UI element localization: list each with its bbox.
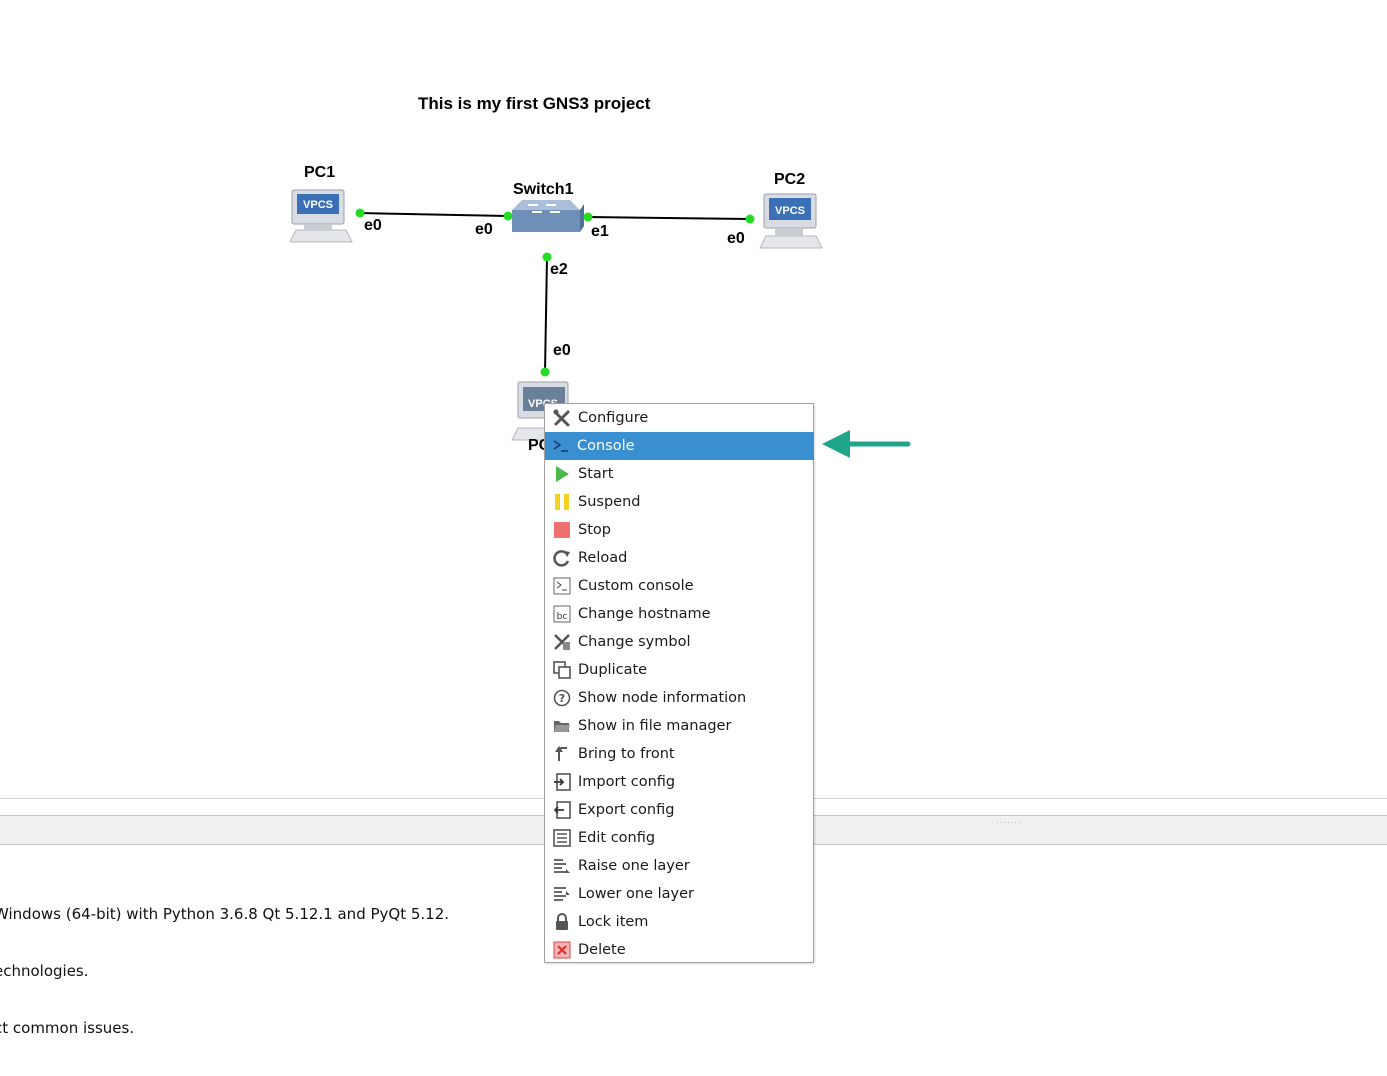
- annotation-arrow: [822, 430, 911, 458]
- pc2-node-icon[interactable]: VPCS: [759, 193, 823, 249]
- svg-text:?: ?: [559, 692, 565, 705]
- pc1-node-icon[interactable]: VPCS: [289, 189, 353, 243]
- menu-item-import-config[interactable]: Import config: [546, 768, 814, 796]
- menu-item-bring-to-front[interactable]: Bring to front: [546, 740, 814, 768]
- link-pc1-switch1[interactable]: [358, 212, 509, 217]
- symbol-icon: [553, 633, 571, 651]
- switch1-label[interactable]: Switch1: [513, 181, 573, 199]
- pause-icon: [553, 493, 571, 511]
- console-output[interactable]: Windows (64-bit) with Python 3.6.8 Qt 5.…: [0, 867, 449, 1076]
- menu-item-show-node-information[interactable]: ? Show node information: [546, 684, 814, 712]
- pc2-port-e0-label: e0: [727, 230, 745, 247]
- question-icon: ?: [553, 689, 571, 707]
- dock-grip-icon[interactable]: ·······: [996, 818, 1022, 827]
- lock-icon: [553, 913, 571, 931]
- menu-item-delete[interactable]: Delete: [546, 936, 814, 964]
- console-line: ct common issues.: [0, 1019, 135, 1037]
- menu-item-edit-config[interactable]: Edit config: [546, 824, 814, 852]
- sw-e1-port-dot: [583, 212, 593, 222]
- switch-icon[interactable]: [512, 200, 584, 232]
- link-switch1-pc3[interactable]: [544, 256, 548, 373]
- switch-port-e0-label: e0: [475, 221, 493, 238]
- custom-console-icon: [553, 577, 571, 595]
- pc1-label[interactable]: PC1: [304, 164, 335, 182]
- pc1-badge: VPCS: [303, 199, 333, 211]
- menu-item-show-in-file-manager[interactable]: Show in file manager: [546, 712, 814, 740]
- pc1-port-e0-label: e0: [364, 217, 382, 234]
- console-line: echnologies.: [0, 962, 89, 980]
- menu-item-raise-one-layer[interactable]: Raise one layer: [546, 852, 814, 880]
- pc3-port-e0-label: e0: [553, 342, 571, 359]
- pc2-e0-port-dot: [745, 214, 755, 224]
- menu-item-change-hostname[interactable]: bc Change hostname: [546, 600, 814, 628]
- svg-text:bc: bc: [557, 612, 568, 622]
- sw-e0-port-dot: [503, 211, 513, 221]
- menu-item-custom-console[interactable]: Custom console: [546, 572, 814, 600]
- folder-icon: [553, 717, 571, 735]
- terminal-prompt-icon: [552, 437, 570, 455]
- menu-item-configure[interactable]: Configure: [546, 404, 814, 432]
- menu-item-reload[interactable]: Reload: [546, 544, 814, 572]
- duplicate-icon: [553, 661, 571, 679]
- edit-config-icon: [553, 829, 571, 847]
- reload-icon: [553, 549, 571, 567]
- bring-front-icon: [553, 745, 571, 763]
- switch-port-e1-label: e1: [591, 223, 609, 240]
- menu-item-change-symbol[interactable]: Change symbol: [546, 628, 814, 656]
- stop-icon: [553, 521, 571, 539]
- play-icon: [553, 465, 571, 483]
- project-title[interactable]: This is my first GNS3 project: [418, 94, 650, 114]
- wrench-screwdriver-icon: [553, 409, 571, 427]
- hostname-icon: bc: [553, 605, 571, 623]
- menu-item-lower-one-layer[interactable]: Lower one layer: [546, 880, 814, 908]
- export-icon: [553, 801, 571, 819]
- menu-item-start[interactable]: Start: [546, 460, 814, 488]
- menu-item-suspend[interactable]: Suspend: [546, 488, 814, 516]
- node-context-menu: Configure Console Start Suspend Stop Rel…: [544, 403, 814, 963]
- menu-item-stop[interactable]: Stop: [546, 516, 814, 544]
- console-line: Windows (64-bit) with Python 3.6.8 Qt 5.…: [0, 905, 450, 923]
- pc3-e0-port-dot: [540, 367, 550, 377]
- switch-port-e2-label: e2: [550, 261, 568, 278]
- menu-item-lock-item[interactable]: Lock item: [546, 908, 814, 936]
- menu-item-duplicate[interactable]: Duplicate: [546, 656, 814, 684]
- raise-layer-icon: [553, 857, 571, 875]
- delete-icon: [553, 941, 571, 959]
- menu-item-export-config[interactable]: Export config: [546, 796, 814, 824]
- link-switch1-pc2[interactable]: [587, 216, 751, 220]
- menu-item-console[interactable]: Console: [545, 432, 814, 460]
- lower-layer-icon: [553, 885, 571, 903]
- pc2-badge: VPCS: [775, 205, 805, 217]
- pc2-label[interactable]: PC2: [774, 171, 805, 189]
- import-icon: [553, 773, 571, 791]
